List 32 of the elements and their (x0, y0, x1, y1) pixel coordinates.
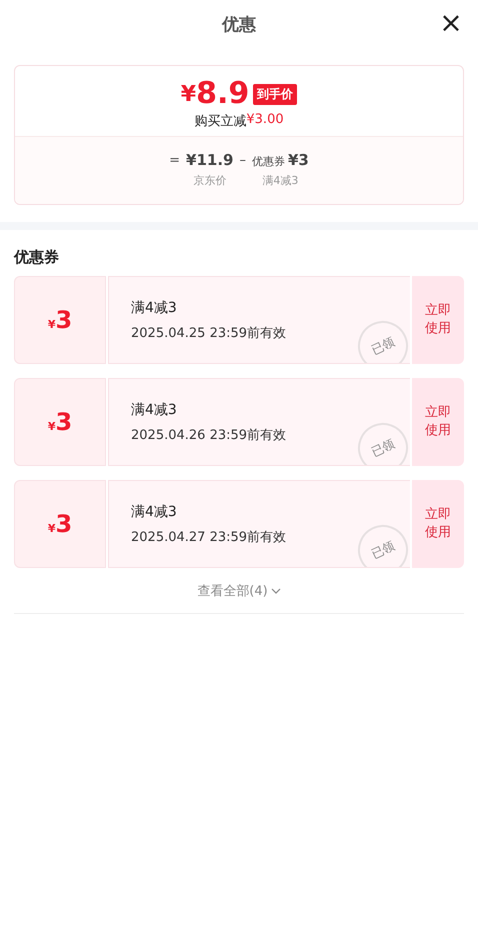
final-price: 8.9 (196, 78, 250, 110)
operator: – (239, 152, 246, 170)
coupon-validity: 2025.04.26 23:59前有效 (131, 426, 288, 444)
coupon-discount: ¥3 (288, 151, 309, 169)
saving-amount: ¥3.00 (246, 112, 284, 129)
section-title: 优惠券 (14, 248, 60, 267)
coupon-currency: ¥ (48, 522, 56, 535)
coupon-amount: 3 (55, 510, 72, 538)
coupon-caption: 满4减3 (262, 173, 298, 188)
coupon-rule: 满4减3 (131, 502, 178, 520)
coupon-validity: 2025.04.25 23:59前有效 (131, 324, 288, 342)
chevron-down-icon (270, 588, 281, 594)
coupon-amount: 3 (55, 306, 72, 334)
operator: = (169, 152, 180, 170)
price-caption: 京东价 (193, 173, 226, 188)
view-all-button[interactable]: 查看全部(4) (197, 582, 281, 600)
coupon-currency: ¥ (48, 318, 56, 331)
coupon-rule: 满4减3 (131, 298, 178, 316)
coupon-rule: 满4减3 (131, 400, 178, 418)
use-now-button[interactable]: 立即使用 (412, 378, 464, 466)
close-button[interactable]: × (438, 10, 464, 36)
use-now-button[interactable]: 立即使用 (412, 276, 464, 364)
coupon-currency: ¥ (48, 420, 56, 433)
original-price: ¥11.9 (186, 151, 234, 169)
currency-symbol: ¥ (180, 82, 196, 106)
price-badge: 到手价 (253, 84, 298, 104)
sheet-title: 优惠 (222, 14, 256, 36)
coupon-validity: 2025.04.27 23:59前有效 (131, 528, 288, 546)
use-now-button[interactable]: 立即使用 (412, 480, 464, 568)
coupon-label: 优惠券 (252, 154, 285, 169)
coupon-amount: 3 (55, 408, 72, 436)
saving-label: 购买立减 (194, 113, 246, 130)
